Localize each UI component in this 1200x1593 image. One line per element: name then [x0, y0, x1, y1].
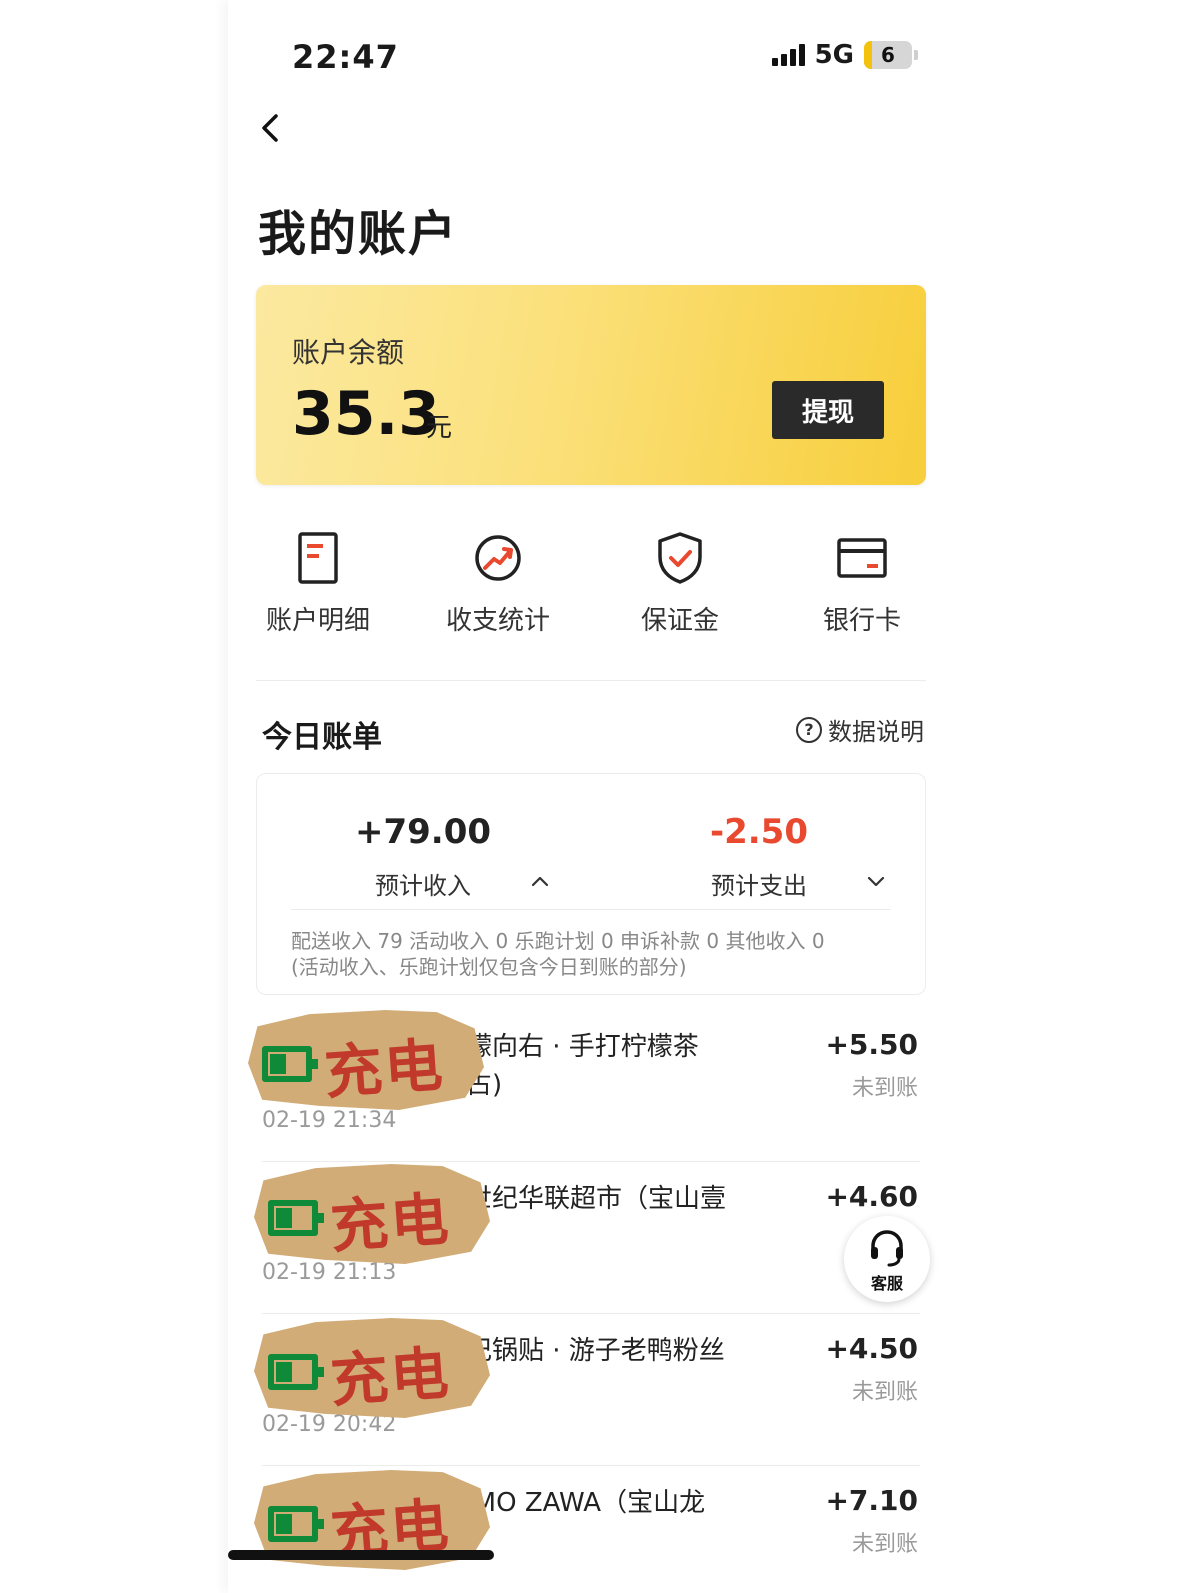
battery-percent: 6 [881, 43, 895, 67]
transaction-name: 世纪华联超市（宝山壹 [466, 1184, 727, 1214]
chevron-up-icon[interactable] [529, 870, 551, 892]
quick-label: 保证金 [640, 606, 719, 636]
balance-label: 账户余额 [292, 336, 405, 369]
breakdown-line: 配送收入 79 活动收入 0 乐跑计划 0 申诉补款 0 其他收入 0 [291, 929, 825, 953]
quick-label: 账户明细 [265, 606, 370, 636]
shield-check-icon [658, 532, 702, 584]
document-icon [298, 532, 338, 584]
headset-icon [871, 1230, 903, 1267]
sticker-text: 充电 [328, 1184, 453, 1262]
cover-sticker: 充电 [254, 1316, 490, 1418]
quick-bank-card[interactable]: 银行卡 [772, 530, 938, 637]
balance-unit: 元 [426, 413, 453, 443]
battery-icon: 6 [864, 41, 918, 69]
left-background [0, 0, 228, 1593]
transaction-amount: +5.50 [825, 1028, 918, 1061]
chevron-down-icon[interactable] [865, 870, 887, 892]
income-summary[interactable]: +79.00 预计收入 [323, 812, 523, 901]
bank-card-icon [837, 538, 887, 578]
cover-sticker: 充电 [248, 1008, 484, 1110]
transaction-name: IMO ZAWA（宝山龙 [466, 1488, 706, 1518]
expense-label: 预计支出 [711, 872, 807, 900]
data-explain-link[interactable]: ? 数据说明 [796, 712, 924, 747]
summary-divider [291, 909, 891, 910]
quick-deposit[interactable]: 保证金 [590, 530, 770, 637]
page-title: 我的账户 [258, 206, 459, 262]
quick-income-stats[interactable]: 收支统计 [408, 530, 588, 637]
data-explain-label: 数据说明 [828, 718, 924, 746]
expense-summary[interactable]: -2.50 预计支出 [659, 812, 859, 901]
section-divider [256, 680, 926, 681]
service-label: 客服 [870, 1276, 903, 1293]
withdraw-button[interactable]: 提现 [772, 381, 884, 439]
transaction-amount: +4.60 [825, 1180, 918, 1213]
balance-card: 账户余额 35.3 元 提现 [256, 285, 926, 485]
sticker-text: 充电 [328, 1338, 453, 1416]
signal-icon [771, 44, 805, 66]
battery-charge-icon [268, 1354, 324, 1390]
quick-account-detail[interactable]: 账户明细 [228, 530, 408, 637]
battery-charge-icon [268, 1506, 324, 1542]
income-label: 预计收入 [375, 872, 471, 900]
income-value: +79.00 [354, 812, 492, 852]
balance-amount: 35.3 [292, 379, 441, 449]
battery-charge-icon [262, 1046, 318, 1082]
breakdown-note: (活动收入、乐跑计划仅包含今日到账的部分) [291, 955, 687, 979]
transaction-name: 记锅贴 · 游子老鸭粉丝 [466, 1336, 725, 1366]
income-breakdown: 配送收入 79 活动收入 0 乐跑计划 0 申诉补款 0 其他收入 0 (活动收… [291, 928, 891, 980]
question-icon: ? [796, 716, 822, 743]
transaction-status: 未到账 [851, 1076, 918, 1101]
transaction-status: 未到账 [851, 1532, 918, 1557]
network-type: 5G [814, 40, 854, 70]
transaction-amount: +4.50 [825, 1332, 918, 1365]
home-indicator[interactable] [228, 1550, 494, 1560]
quick-actions: 账户明细 收支统计 保证金 银行卡 [228, 530, 938, 640]
battery-charge-icon [268, 1200, 324, 1236]
transaction-name: 檬向右 · 手打柠檬茶 [466, 1032, 699, 1062]
trend-chart-icon [475, 535, 521, 581]
cover-sticker: 充电 [254, 1162, 490, 1264]
quick-label: 收支统计 [445, 606, 550, 636]
expense-value: -2.50 [710, 812, 808, 852]
transaction-status: 未到账 [851, 1380, 918, 1405]
transaction-time: 02-19 21:34 [262, 1108, 397, 1133]
transaction-amount: +7.10 [825, 1484, 918, 1517]
customer-service-button[interactable]: 客服 [844, 1216, 930, 1302]
right-background [938, 0, 1200, 1593]
sticker-text: 充电 [322, 1030, 447, 1108]
back-icon[interactable] [252, 108, 292, 148]
phone-screen: 22:47 5G 6 我的账户 账户余额 35.3 元 提现 账户明细 收支统计… [228, 0, 938, 1593]
status-icons: 5G 6 [771, 40, 918, 70]
quick-label: 银行卡 [822, 606, 901, 636]
status-time: 22:47 [292, 38, 399, 76]
today-bill-title: 今日账单 [262, 720, 382, 755]
bill-summary-card: +79.00 预计收入 -2.50 预计支出 配送收入 79 活动收入 0 乐跑… [256, 773, 926, 995]
